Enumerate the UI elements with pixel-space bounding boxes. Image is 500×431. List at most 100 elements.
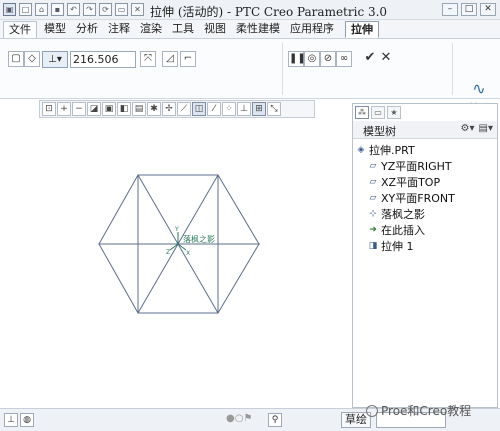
model-tree-list: ◈ 拉伸.PRT ▱ YZ平面RIGHT ▱ XZ平面TOP ▱ XY平面FRO…	[353, 142, 497, 254]
favorites-tab-icon[interactable]: ★	[387, 106, 401, 119]
zoom-in-icon[interactable]: +	[57, 102, 71, 116]
new-icon[interactable]: □	[19, 3, 32, 16]
tab-render[interactable]: 渲染	[135, 21, 167, 38]
datum-plane-icon: ▱	[369, 177, 377, 187]
navigator-panel: ⁂ ▭ ★ 模型树 ⚙▾ ▤▾ ◈ 拉伸.PRT ▱ YZ平面RIGHT ▱ X…	[352, 103, 498, 408]
tab-analysis[interactable]: 分析	[71, 21, 103, 38]
graphics-canvas[interactable]: Y Z X 落枫之影	[0, 118, 350, 408]
tree-item-label: XZ平面TOP	[381, 176, 441, 189]
remove-material-icon[interactable]: ◿	[162, 51, 178, 67]
model-tree-tab-icon[interactable]: ⁂	[355, 106, 369, 119]
ok-icon[interactable]: ✔	[362, 51, 378, 67]
datum-wave-icon: ∿	[472, 79, 486, 98]
point-display-icon[interactable]: ⁘	[222, 102, 236, 116]
glasses-icon[interactable]: ∞	[336, 51, 352, 67]
annotation-display-icon[interactable]: ⊞	[252, 102, 266, 116]
regen-status-icon: ●○⚑	[226, 413, 253, 424]
thicken-icon[interactable]: ⌐	[180, 51, 196, 67]
tree-item[interactable]: ▱ YZ平面RIGHT	[353, 158, 497, 174]
datum-plane-drawing: Y Z X 落枫之影	[98, 173, 260, 315]
tree-item-label: 拉伸 1	[381, 240, 414, 253]
graphics-toolbar: ⊡ + − ◪ ▣ ◧ ▤ ✱ ✢ ⟋ ◫ ⁄ ⁘ ⊥ ⊞ ⤡	[39, 100, 315, 118]
datum-display-icon[interactable]: ⟋	[177, 102, 191, 116]
wechat-icon	[366, 405, 378, 417]
svg-text:Y: Y	[174, 226, 179, 233]
saved-views-icon[interactable]: ▣	[102, 102, 116, 116]
datum-plane-icon: ▱	[369, 161, 377, 171]
zoom-out-icon[interactable]: −	[72, 102, 86, 116]
svg-text:X: X	[186, 250, 190, 257]
csys-icon: ⊹	[369, 209, 377, 219]
folder-browser-tab-icon[interactable]: ▭	[371, 106, 385, 119]
cancel-icon[interactable]: ✕	[378, 51, 394, 67]
model-tree-title: 模型树	[363, 125, 396, 138]
window-controls: – □ ✕	[442, 3, 496, 16]
ribbon-tabs: 文件 模型 分析 注释 渲染 工具 视图 柔性建模 应用程序 拉伸	[0, 20, 500, 39]
flip-direction-icon[interactable]: ⤧	[140, 51, 156, 67]
navigator-tabs: ⁂ ▭ ★	[355, 106, 401, 119]
tree-item[interactable]: ◨ 拉伸 1	[353, 238, 497, 254]
verify-icon[interactable]: ⊘	[320, 51, 336, 67]
model-tree-header: 模型树 ⚙▾ ▤▾	[353, 121, 497, 139]
tab-view[interactable]: 视图	[199, 21, 231, 38]
open-icon[interactable]: ⌂	[35, 3, 48, 16]
find-icon[interactable]: ⚲	[268, 413, 282, 427]
depth-option-icon[interactable]: ⊥▾	[42, 51, 68, 68]
axis-display-icon[interactable]: ⁄	[207, 102, 221, 116]
tab-applications[interactable]: 应用程序	[285, 21, 339, 38]
tab-tools[interactable]: 工具	[167, 21, 199, 38]
spin-center-icon[interactable]: ✢	[162, 102, 176, 116]
show-icon[interactable]: ▤▾	[479, 123, 493, 134]
refit-icon[interactable]: ⊡	[42, 102, 56, 116]
tab-annotate[interactable]: 注释	[103, 21, 135, 38]
tree-item-label: 落枫之影	[381, 208, 425, 221]
tree-item-label: XY平面FRONT	[381, 192, 455, 205]
title-bar: ▣ □ ⌂ ▪ ↶ ↷ ⟳ ▭ ✕ 拉伸 (活动的) - PTC Creo Pa…	[0, 0, 500, 20]
redo-icon[interactable]: ↷	[83, 3, 96, 16]
tab-file[interactable]: 文件	[3, 21, 37, 38]
preview-icon[interactable]: ◎	[304, 51, 320, 67]
tree-item-label: YZ平面RIGHT	[381, 160, 452, 173]
display-style-icon[interactable]: ◧	[117, 102, 131, 116]
view-manager-icon[interactable]: ▤	[132, 102, 146, 116]
repaint-icon[interactable]: ◪	[87, 102, 101, 116]
solid-icon[interactable]: ▢	[8, 51, 24, 67]
tree-item[interactable]: ▱ XZ平面TOP	[353, 174, 497, 190]
pause-icon[interactable]: ❚❚	[288, 51, 306, 67]
windows-icon[interactable]: ▭	[115, 3, 128, 16]
tab-model[interactable]: 模型	[39, 21, 71, 38]
regenerate-icon[interactable]: ⟳	[99, 3, 112, 16]
close-button[interactable]: ✕	[480, 3, 496, 16]
csys-display-icon[interactable]: ⊥	[237, 102, 251, 116]
datum-plane-icon: ▱	[369, 193, 377, 203]
save-icon[interactable]: ▪	[51, 3, 64, 16]
surface-icon[interactable]: ◇	[24, 51, 40, 67]
tree-item-label: 在此插入	[381, 224, 425, 237]
undo-icon[interactable]: ↶	[67, 3, 80, 16]
watermark: Proe和Creo教程	[366, 402, 471, 419]
depth-value-input[interactable]	[70, 51, 136, 68]
perspective-icon[interactable]: ✱	[147, 102, 161, 116]
tab-extrude[interactable]: 拉伸	[345, 21, 379, 38]
show-browser-icon[interactable]: ◍	[20, 413, 34, 427]
insert-here-icon: ➜	[369, 225, 377, 235]
show-navigator-icon[interactable]: ⊥	[4, 413, 18, 427]
plane-display-icon[interactable]: ◫	[192, 102, 206, 116]
app-icon[interactable]: ▣	[3, 3, 16, 16]
settings-icon[interactable]: ⚙▾	[461, 123, 475, 134]
maximize-button[interactable]: □	[461, 3, 477, 16]
tree-item[interactable]: ◈ 拉伸.PRT	[353, 142, 497, 158]
window-title: 拉伸 (活动的) - PTC Creo Parametric 3.0	[150, 5, 388, 19]
part-icon: ◈	[357, 145, 365, 155]
svg-text:Z: Z	[166, 249, 170, 256]
tree-item[interactable]: ▱ XY平面FRONT	[353, 190, 497, 206]
tree-item-label: 拉伸.PRT	[369, 144, 415, 157]
close-window-icon[interactable]: ✕	[131, 3, 144, 16]
sketch-view-icon[interactable]: ⤡	[267, 102, 281, 116]
watermark-text: Proe和Creo教程	[381, 404, 472, 418]
minimize-button[interactable]: –	[442, 3, 458, 16]
tree-item[interactable]: ➜ 在此插入	[353, 222, 497, 238]
tree-item[interactable]: ⊹ 落枫之影	[353, 206, 497, 222]
tab-flexible-modeling[interactable]: 柔性建模	[231, 21, 285, 38]
extrude-icon: ◨	[368, 241, 378, 251]
